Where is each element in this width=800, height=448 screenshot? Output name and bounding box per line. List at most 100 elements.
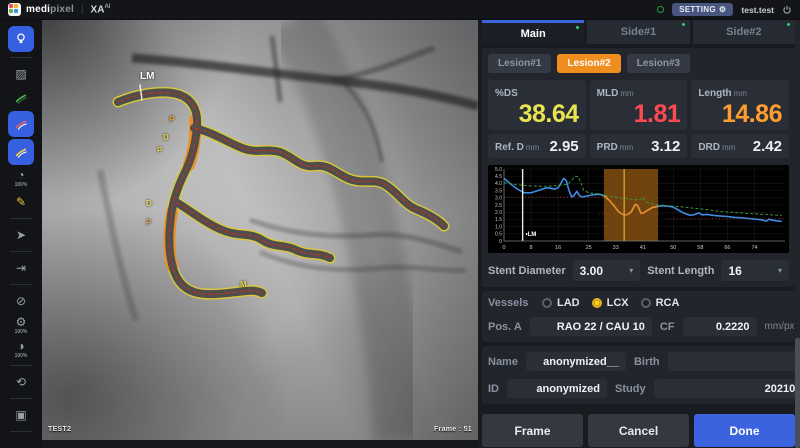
frame-select-tool[interactable]: ⇥	[8, 257, 34, 279]
disable-edit-tool[interactable]: ⊘	[8, 290, 34, 312]
contour-opacity-tool[interactable]: ◔100%	[8, 167, 34, 189]
pan-tool[interactable]: ➤	[8, 224, 34, 246]
divider: |	[81, 4, 84, 15]
metric-prd: PRDmm 3.12	[590, 134, 688, 158]
lesion2-chip[interactable]: Lesion#2	[557, 54, 620, 73]
analysis-panel: Main Side#1 Side#2 Lesion#1 Lesion#2 Les…	[478, 20, 795, 448]
stent-length-label: Stent Length	[647, 265, 714, 277]
logout-icon[interactable]	[782, 5, 792, 15]
svg-text:41: 41	[640, 245, 646, 251]
cf-input[interactable]	[683, 317, 757, 336]
vessel-marker-d: D	[146, 200, 152, 208]
stent-length-select[interactable]: 16▾	[721, 260, 789, 281]
svg-text:0: 0	[499, 239, 502, 245]
vessel-contour-icon	[14, 117, 28, 131]
svg-text:50: 50	[670, 245, 676, 251]
vessel-marker-p: P	[157, 147, 162, 155]
medipixel-logo-icon	[8, 3, 21, 16]
tab-main[interactable]: Main	[482, 20, 584, 44]
svg-text:0.5: 0.5	[495, 232, 502, 238]
zoom-level-tool[interactable]: ⚙100%	[8, 314, 34, 336]
lesion1-chip[interactable]: Lesion#1	[488, 54, 551, 73]
stent-diameter-select[interactable]: 3.00▾	[573, 260, 641, 281]
edit-curve-icon: ✎	[16, 196, 26, 208]
opacity-icon: ◔	[17, 169, 24, 181]
lesion3-chip[interactable]: Lesion#3	[627, 54, 690, 73]
scrollbar-thumb[interactable]	[795, 338, 800, 448]
tab-status-dot	[576, 26, 579, 29]
patient-row-1: Name Birth	[488, 352, 789, 371]
frame-button[interactable]: Frame	[482, 414, 583, 447]
radio-rca[interactable]: RCA	[641, 297, 680, 309]
diameter-profile-chart[interactable]: •LM00.51.01.52.02.53.03.54.04.55.0081625…	[488, 165, 789, 253]
vessel-marker-p: P	[169, 116, 174, 124]
svg-text:3.0: 3.0	[495, 196, 502, 202]
pos-a-label: Pos. A	[488, 321, 522, 333]
lesion-tabs: Lesion#1 Lesion#2 Lesion#3	[488, 54, 789, 73]
radio-icon	[542, 298, 552, 308]
vessel-segmentation-tool[interactable]	[8, 87, 34, 109]
name-label: Name	[488, 356, 518, 368]
done-button[interactable]: Done	[694, 414, 795, 447]
id-input[interactable]	[507, 379, 607, 398]
stent-controls: Stent Diameter 3.00▾ Stent Length 16▾	[488, 260, 789, 281]
reset-icon: ⟲	[16, 376, 26, 388]
vessel-centerline-tool[interactable]	[8, 139, 34, 165]
view-tabs: Main Side#1 Side#2	[482, 20, 795, 44]
svg-text:1.5: 1.5	[495, 217, 502, 223]
setting-button[interactable]: SETTING⚙	[672, 3, 733, 16]
panel-scrollbar[interactable]	[795, 20, 800, 448]
auto-analysis-tool[interactable]	[8, 26, 34, 52]
edit-contour-tool[interactable]: ✎	[8, 191, 34, 213]
birth-input[interactable]	[668, 352, 800, 371]
action-buttons: Frame Cancel Done	[482, 414, 795, 447]
tab-status-dot	[682, 23, 685, 26]
metric-ref-d: Ref. Dmm 2.95	[488, 134, 586, 158]
svg-text:0: 0	[502, 245, 505, 251]
svg-text:4.0: 4.0	[495, 181, 502, 187]
reset-view-tool[interactable]: ⟲	[8, 371, 34, 393]
vessel-select-row: Vessels LAD LCX RCA	[488, 297, 789, 309]
tab-status-dot	[787, 23, 790, 26]
brand-name: medipixel	[26, 4, 74, 15]
radio-lad[interactable]: LAD	[542, 297, 580, 309]
pos-a-input[interactable]	[530, 317, 652, 336]
contrast-icon: ◑	[17, 340, 24, 352]
svg-text:66: 66	[724, 245, 730, 251]
angiogram-viewer[interactable]: LMPDPDPM TEST2 Frame : 51	[42, 20, 478, 440]
tool-sidebar: ▨◔100%✎➤⇥⊘⚙100%◑100%⟲▣	[0, 20, 42, 448]
patient-row-2: ID Study	[488, 379, 789, 398]
svg-text:16: 16	[555, 245, 561, 251]
study-label: Study	[615, 383, 646, 395]
radio-lcx[interactable]: LCX	[592, 297, 629, 309]
calibration-tool[interactable]: ▨	[8, 63, 34, 85]
name-input[interactable]	[526, 352, 626, 371]
svg-text:3.5: 3.5	[495, 188, 502, 194]
export-tool[interactable]: ▣	[8, 404, 34, 426]
send-frame-icon: ⇥	[16, 262, 26, 274]
contrast-tool[interactable]: ◑100%	[8, 338, 34, 360]
vessel-marker-m: M	[240, 281, 247, 289]
metric-grid: %DS 38.64 MLDmm 1.81 Lengthmm 14.86 Ref.…	[488, 80, 789, 158]
tab-side1[interactable]: Side#1	[587, 20, 689, 44]
svg-text:58: 58	[697, 245, 703, 251]
connection-status-icon	[657, 6, 664, 13]
tab-side2[interactable]: Side#2	[693, 20, 795, 44]
sidebar-divider	[10, 284, 32, 285]
cancel-button[interactable]: Cancel	[588, 414, 689, 447]
stent-diameter-label: Stent Diameter	[488, 265, 566, 277]
frame-counter: Frame : 51	[434, 426, 472, 433]
vessel-contour-tool[interactable]	[8, 111, 34, 137]
patient-section: Name Birth ID Study	[482, 346, 795, 404]
gear-icon: ⚙	[16, 316, 27, 328]
tool-percent-label: 100%	[15, 353, 28, 359]
radio-icon	[641, 298, 651, 308]
metric-percent-ds: %DS 38.64	[488, 80, 586, 130]
vessel-marker-d: D	[163, 134, 169, 142]
svg-text:2.5: 2.5	[495, 203, 502, 209]
svg-text:4.5: 4.5	[495, 174, 502, 180]
svg-text:2.0: 2.0	[495, 210, 502, 216]
product-name: XAAI	[91, 4, 111, 15]
tool-percent-label: 100%	[15, 182, 28, 188]
study-input[interactable]	[654, 379, 800, 398]
